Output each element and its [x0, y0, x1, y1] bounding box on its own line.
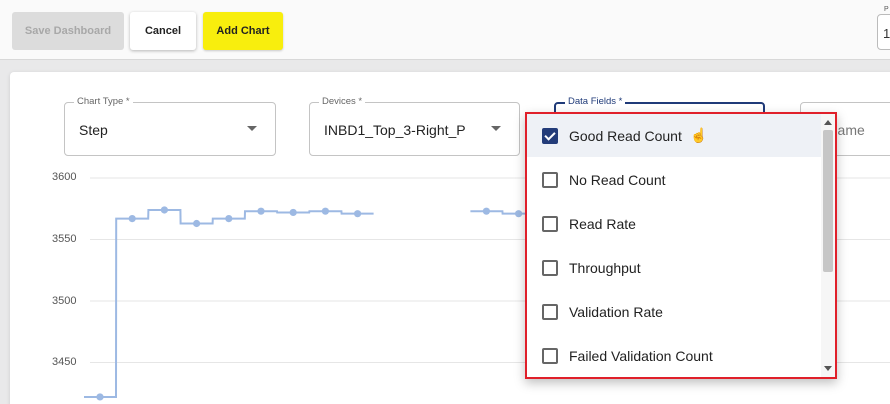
data-point — [354, 210, 362, 218]
dropdown-scrollbar[interactable] — [821, 114, 835, 377]
devices-select[interactable]: Devices * INBD1_Top_3-Right_P — [309, 96, 520, 156]
chart-type-label: Chart Type * — [74, 96, 133, 107]
option-label: Failed Validation Count — [569, 347, 713, 364]
chart-type-value: Step — [79, 122, 108, 138]
hand-pointer-icon: ☝ — [690, 127, 708, 143]
scroll-up-icon[interactable] — [824, 120, 832, 125]
series-line — [84, 208, 374, 398]
option-good-read-count[interactable]: Good Read Count ☝ — [527, 114, 821, 157]
option-read-rate[interactable]: Read Rate — [527, 202, 821, 245]
option-no-read-count[interactable]: No Read Count — [527, 158, 821, 201]
chart-series — [84, 206, 535, 401]
option-label: Throughput — [569, 259, 641, 276]
data-point — [321, 207, 329, 215]
option-label: Read Rate — [569, 215, 636, 232]
checkbox-icon[interactable] — [542, 347, 558, 364]
y-tick-label: 3500 — [52, 295, 77, 307]
scrollbar-thumb[interactable] — [823, 130, 833, 272]
checkbox-icon[interactable] — [542, 215, 558, 232]
data-point — [96, 393, 104, 401]
option-label: Good Read Count — [569, 127, 682, 144]
checkbox-checked-icon[interactable] — [542, 127, 558, 144]
checkbox-icon[interactable] — [542, 303, 558, 320]
option-label: Validation Rate — [569, 303, 663, 320]
y-tick-label: 3450 — [52, 356, 77, 368]
data-point — [160, 206, 168, 214]
y-tick-label: 3550 — [52, 233, 77, 245]
data-point — [515, 210, 523, 218]
data-fields-dropdown: Good Read Count ☝ No Read Count Read Rat… — [525, 112, 837, 379]
devices-label: Devices * — [319, 96, 366, 107]
data-point — [193, 219, 201, 228]
chevron-down-icon — [491, 126, 501, 131]
data-point — [257, 207, 265, 215]
data-point — [128, 214, 136, 223]
data-point — [225, 214, 233, 223]
data-point — [482, 207, 490, 215]
y-tick-label: 3600 — [52, 171, 77, 183]
checkbox-icon[interactable] — [542, 259, 558, 276]
option-failed-validation-count[interactable]: Failed Validation Count — [527, 334, 821, 377]
option-throughput[interactable]: Throughput — [527, 246, 821, 289]
devices-value: INBD1_Top_3-Right_P — [324, 122, 466, 138]
chart-type-select[interactable]: Chart Type * Step — [64, 96, 276, 156]
data-fields-label: Data Fields * — [565, 96, 626, 107]
checkbox-icon[interactable] — [542, 171, 558, 188]
option-validation-rate[interactable]: Validation Rate — [527, 290, 821, 333]
option-label: No Read Count — [569, 171, 666, 188]
chevron-down-icon — [247, 126, 257, 131]
scroll-down-icon[interactable] — [824, 366, 832, 371]
data-point — [289, 208, 297, 217]
